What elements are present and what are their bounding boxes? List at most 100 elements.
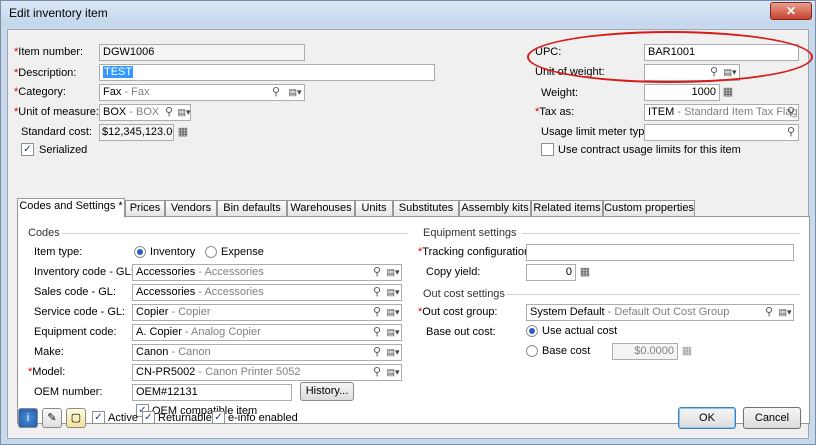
base-out-cost-label: Base out cost:: [426, 326, 496, 338]
tracking-configuration-field[interactable]: [526, 244, 794, 261]
usage-limit-meter-type-field[interactable]: [644, 124, 799, 141]
service-code-field[interactable]: Copier - Copier: [132, 304, 402, 321]
search-icon[interactable]: ⚲: [370, 265, 384, 279]
tab-prices[interactable]: Prices: [125, 200, 165, 217]
dropdown-icon[interactable]: ▤▾: [776, 305, 794, 319]
dropdown-icon[interactable]: ▤▾: [384, 305, 402, 319]
copy-yield-field[interactable]: 0: [526, 264, 576, 281]
usage-limit-meter-type-label: Usage limit meter type:: [541, 126, 654, 138]
item-type-label: Item type:: [34, 246, 83, 258]
info-icon[interactable]: i: [18, 408, 38, 428]
dropdown-icon[interactable]: ▤▾: [384, 365, 402, 379]
use-contract-usage-checkbox[interactable]: [541, 143, 554, 156]
edit-inventory-item-window: Edit inventory item ✕ *Item number: DGW1…: [0, 0, 816, 445]
item-number-label: *Item number:: [14, 46, 84, 58]
ok-button[interactable]: OK: [678, 407, 736, 429]
use-actual-cost-label: Use actual cost: [542, 325, 618, 337]
service-code-label: Service code - GL:: [34, 306, 126, 318]
weight-field[interactable]: 1000: [644, 84, 720, 101]
tab-custom-properties[interactable]: Custom properties: [603, 200, 695, 217]
search-icon[interactable]: ⚲: [162, 105, 176, 119]
search-icon[interactable]: ⚲: [370, 365, 384, 379]
equipment-code-field[interactable]: A. Copier - Analog Copier: [132, 324, 402, 341]
search-icon[interactable]: ⚲: [370, 325, 384, 339]
inventory-code-field[interactable]: Accessories - Accessories: [132, 264, 402, 281]
codes-group-label: Codes: [28, 227, 60, 239]
dropdown-icon[interactable]: ▤▾: [384, 345, 402, 359]
tab-related-items[interactable]: Related items: [531, 200, 603, 217]
highlight-annotation-oval: [527, 31, 813, 83]
weight-label: Weight:: [541, 87, 579, 99]
einfo-checkbox[interactable]: ✓: [212, 411, 225, 424]
out-cost-group-label: *Out cost group:: [418, 306, 498, 318]
calculator-icon[interactable]: ▦: [578, 265, 592, 279]
standard-cost-label: Standard cost:: [21, 126, 92, 138]
tab-units[interactable]: Units: [355, 200, 393, 217]
serialized-checkbox[interactable]: ✓: [21, 143, 34, 156]
item-type-expense-label: Expense: [221, 246, 264, 258]
tab-warehouses[interactable]: Warehouses: [287, 200, 355, 217]
base-cost-field[interactable]: $0.0000: [612, 343, 678, 360]
make-label: Make:: [34, 346, 64, 358]
out-cost-settings-group-label: Out cost settings: [423, 288, 505, 300]
calculator-icon[interactable]: ▦: [176, 125, 190, 139]
calculator-icon[interactable]: ▦: [680, 344, 694, 358]
attachment-icon[interactable]: ✎: [42, 408, 62, 428]
category-label: *Category:: [14, 86, 66, 98]
equipment-settings-group-label: Equipment settings: [423, 227, 517, 239]
make-field[interactable]: Canon - Canon: [132, 344, 402, 361]
search-icon[interactable]: ⚲: [784, 125, 798, 139]
dropdown-icon[interactable]: ▤▾: [286, 85, 304, 99]
item-number-field[interactable]: DGW1006: [99, 44, 305, 61]
active-label: Active: [108, 412, 138, 424]
tab-codes-and-settings[interactable]: Codes and Settings *: [17, 198, 125, 218]
inventory-code-label: Inventory code - GL:: [34, 266, 134, 278]
search-icon[interactable]: ⚲: [370, 345, 384, 359]
oem-number-label: OEM number:: [34, 386, 103, 398]
tab-substitutes[interactable]: Substitutes: [393, 200, 459, 217]
dropdown-icon[interactable]: ▤▾: [384, 265, 402, 279]
serialized-label: Serialized: [39, 144, 88, 156]
tax-as-field[interactable]: ITEM - Standard Item Tax Flag: [644, 104, 799, 121]
calculator-icon[interactable]: ▦: [721, 85, 735, 99]
codes-settings-panel: Codes Item type: Inventory Expense Inven…: [17, 216, 810, 424]
search-icon[interactable]: ⚲: [269, 85, 283, 99]
use-contract-usage-label: Use contract usage limits for this item: [558, 144, 741, 156]
tab-bin-defaults[interactable]: Bin defaults: [217, 200, 287, 217]
use-actual-cost-radio[interactable]: [526, 325, 538, 337]
dropdown-icon[interactable]: ▤▾: [384, 285, 402, 299]
cancel-button[interactable]: Cancel: [743, 407, 801, 429]
item-type-inventory-label: Inventory: [150, 246, 196, 258]
standard-cost-field[interactable]: $12,345,123.0000: [99, 124, 174, 141]
unit-of-measure-label: *Unit of measure:: [14, 106, 99, 118]
dropdown-icon[interactable]: ▤▾: [384, 325, 402, 339]
search-icon[interactable]: ⚲: [762, 305, 776, 319]
tab-vendors[interactable]: Vendors: [165, 200, 217, 217]
tab-assembly-kits[interactable]: Assembly kits: [459, 200, 531, 217]
search-icon[interactable]: ⚲: [784, 105, 798, 119]
dropdown-icon[interactable]: ▤▾: [175, 105, 193, 119]
base-cost-label: Base cost: [542, 345, 591, 357]
tracking-configuration-label: *Tracking configuration:: [418, 246, 534, 258]
history-button[interactable]: History...: [300, 382, 354, 401]
search-icon[interactable]: ⚲: [370, 305, 384, 319]
description-field[interactable]: TEST: [99, 64, 435, 81]
close-button[interactable]: ✕: [770, 2, 812, 20]
item-type-expense-radio[interactable]: [205, 246, 217, 258]
oem-number-field[interactable]: OEM#12131: [132, 384, 292, 401]
copy-yield-label: Copy yield:: [426, 266, 481, 278]
out-cost-divider: [506, 294, 800, 295]
notes-icon[interactable]: ▢: [66, 408, 86, 428]
model-field[interactable]: CN-PR5002 - Canon Printer 5052: [132, 364, 402, 381]
out-cost-group-field[interactable]: System Default - Default Out Cost Group: [526, 304, 794, 321]
codes-divider: [62, 233, 408, 234]
item-type-inventory-radio[interactable]: [134, 246, 146, 258]
title-bar: Edit inventory item ✕: [1, 1, 815, 25]
returnable-checkbox[interactable]: ✓: [142, 411, 155, 424]
sales-code-field[interactable]: Accessories - Accessories: [132, 284, 402, 301]
base-cost-radio[interactable]: [526, 345, 538, 357]
tax-as-label: *Tax as:: [535, 106, 575, 118]
model-label: *Model:: [28, 366, 66, 378]
active-checkbox[interactable]: ✓: [92, 411, 105, 424]
search-icon[interactable]: ⚲: [370, 285, 384, 299]
